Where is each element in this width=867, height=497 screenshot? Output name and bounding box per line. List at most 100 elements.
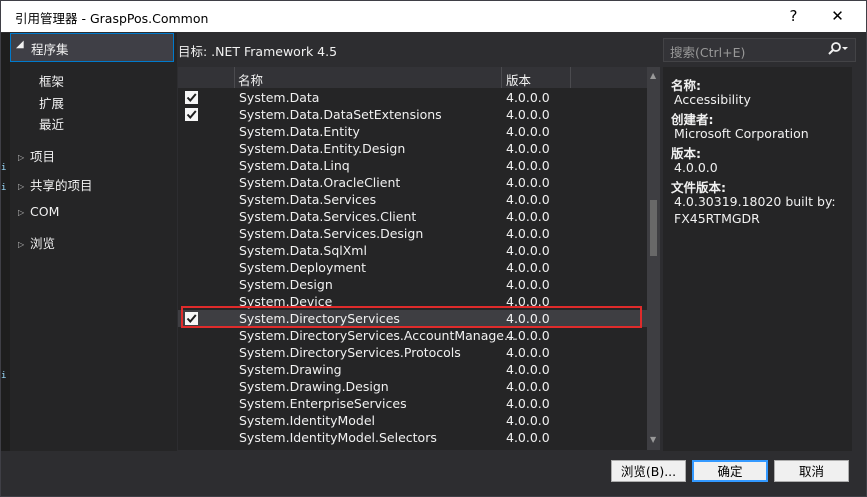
table-row[interactable]: System.Data.DataSetExtensions 4.0.0.0	[178, 106, 647, 123]
browse-button[interactable]: 浏览(B)...	[611, 460, 686, 482]
table-row[interactable]: System.Data 4.0.0.0	[178, 89, 647, 106]
row-version: 4.0.0.0	[506, 379, 550, 394]
row-version: 4.0.0.0	[506, 243, 550, 258]
editor-edge: i i i	[1, 33, 10, 451]
subcategory-extensions[interactable]: 扩展	[39, 93, 64, 112]
category-shared-projects-label: 共享的项目	[30, 178, 93, 193]
row-version: 4.0.0.0	[506, 158, 550, 173]
highlight-box	[181, 306, 642, 328]
column-header-name[interactable]: 名称	[238, 70, 263, 89]
triangle-right-icon: ▷	[18, 182, 25, 191]
detail-file-version-value: 4.0.30319.18020 built by:	[674, 194, 836, 209]
check-icon	[186, 93, 197, 103]
table-row[interactable]: System.Data.Services.Design 4.0.0.0	[178, 225, 647, 242]
row-name: System.Data.Entity.Design	[239, 141, 406, 156]
assembly-list[interactable]: 名称 版本 System.Data 4.0.0.0 System.Data.Data…	[178, 67, 660, 450]
cancel-button[interactable]: 取消	[774, 460, 849, 482]
scroll-up-icon[interactable]: ▲	[650, 71, 656, 80]
table-row[interactable]: System.Data.Linq 4.0.0.0	[178, 157, 647, 174]
category-projects-label: 项目	[30, 149, 56, 164]
list-scrollbar[interactable]: ▲ ▼	[647, 67, 660, 450]
row-name: System.Data.Services.Client	[239, 209, 417, 224]
category-browse-label: 浏览	[30, 236, 56, 251]
column-header-version[interactable]: 版本	[506, 70, 531, 89]
row-name: System.IdentityModel.Selectors	[239, 430, 437, 445]
row-version: 4.0.0.0	[506, 430, 550, 445]
row-version: 4.0.0.0	[506, 277, 550, 292]
table-row[interactable]: System.IdentityModel.Selectors 4.0.0.0	[178, 429, 647, 446]
row-name: System.Data.Services	[239, 192, 377, 207]
reference-manager-window: 引用管理器 - GraspPos.Common ? ✕ i i i ◢ 程序集 …	[0, 0, 867, 497]
details-panel: 名称: Accessibility 创建者: Microsoft Corpora…	[663, 67, 852, 451]
detail-version-value: 4.0.0.0	[674, 160, 718, 175]
category-assemblies[interactable]: ◢ 程序集	[10, 33, 174, 62]
row-checkbox[interactable]	[185, 108, 198, 121]
table-row[interactable]: System.Drawing.Design 4.0.0.0	[178, 378, 647, 395]
triangle-right-icon: ▷	[18, 153, 25, 162]
row-version: 4.0.0.0	[506, 209, 550, 224]
target-framework-label: 目标: .NET Framework 4.5	[178, 44, 338, 59]
table-row[interactable]: System.IdentityModel 4.0.0.0	[178, 412, 647, 429]
search-placeholder: 搜索(Ctrl+E)	[670, 45, 746, 60]
row-version: 4.0.0.0	[506, 328, 550, 343]
table-row[interactable]: System.Design 4.0.0.0	[178, 276, 647, 293]
category-com[interactable]: ▷ COM	[18, 204, 59, 219]
row-version: 4.0.0.0	[506, 396, 550, 411]
help-button[interactable]: ?	[771, 1, 816, 32]
detail-author-value: Microsoft Corporation	[674, 126, 809, 141]
table-row[interactable]: System.Data.Services.Client 4.0.0.0	[178, 208, 647, 225]
row-name: System.Drawing	[239, 362, 342, 377]
row-checkbox[interactable]	[185, 91, 198, 104]
row-version: 4.0.0.0	[506, 345, 550, 360]
category-shared-projects[interactable]: ▷ 共享的项目	[18, 175, 93, 194]
row-version: 4.0.0.0	[506, 260, 550, 275]
table-row[interactable]: System.DirectoryServices.AccountManage..…	[178, 327, 647, 344]
table-row[interactable]: System.Data.Entity.Design 4.0.0.0	[178, 140, 647, 157]
table-row[interactable]: System.Data.Services 4.0.0.0	[178, 191, 647, 208]
details-scrollbar[interactable]	[853, 67, 866, 451]
row-name: System.DirectoryServices.Protocols	[239, 345, 461, 360]
footer: 浏览(B)... 确定 取消	[1, 451, 866, 496]
scroll-thumb[interactable]	[650, 200, 657, 256]
row-name: System.Data.Entity	[239, 124, 360, 139]
scroll-down-icon[interactable]: ▼	[650, 435, 656, 444]
row-version: 4.0.0.0	[506, 141, 550, 156]
detail-file-version-value-2: FX45RTMGDR	[674, 211, 760, 226]
row-name: System.Data.SqlXml	[239, 243, 367, 258]
title-bar: 引用管理器 - GraspPos.Common ? ✕	[1, 1, 866, 32]
row-name: System.Data.OracleClient	[239, 175, 401, 190]
table-row[interactable]: System.Deployment 4.0.0.0	[178, 259, 647, 276]
row-name: System.Deployment	[239, 260, 367, 275]
category-assemblies-label: 程序集	[31, 42, 69, 57]
row-name: System.DirectoryServices.AccountManage..…	[239, 328, 516, 343]
column-separator[interactable]	[501, 67, 502, 88]
row-name: System.Data	[239, 90, 320, 105]
window-title: 引用管理器 - GraspPos.Common	[15, 11, 209, 26]
ok-button[interactable]: 确定	[692, 460, 768, 482]
subcategory-framework[interactable]: 框架	[39, 71, 64, 90]
row-name: System.Data.Services.Design	[239, 226, 424, 241]
table-row[interactable]: System.Drawing 4.0.0.0	[178, 361, 647, 378]
detail-name-value: Accessibility	[674, 92, 751, 107]
subcategory-recent[interactable]: 最近	[39, 114, 64, 133]
triangle-right-icon: ▷	[18, 208, 25, 217]
category-projects[interactable]: ▷ 项目	[18, 146, 55, 165]
row-name: System.IdentityModel	[239, 413, 376, 428]
column-separator[interactable]	[570, 67, 571, 88]
column-separator[interactable]	[234, 67, 235, 88]
list-header: 名称 版本	[178, 67, 647, 88]
category-browse[interactable]: ▷ 浏览	[18, 233, 55, 252]
table-row[interactable]: System.DirectoryServices.Protocols 4.0.0.…	[178, 344, 647, 361]
search-input[interactable]: 搜索(Ctrl+E)	[663, 38, 856, 62]
category-com-label: COM	[30, 204, 60, 219]
table-row[interactable]: System.Data.OracleClient 4.0.0.0	[178, 174, 647, 191]
table-row[interactable]: System.Data.SqlXml 4.0.0.0	[178, 242, 647, 259]
row-version: 4.0.0.0	[506, 175, 550, 190]
search-icon[interactable]	[827, 41, 849, 61]
check-icon	[186, 110, 197, 120]
row-version: 4.0.0.0	[506, 226, 550, 241]
table-row[interactable]: System.Data.Entity 4.0.0.0	[178, 123, 647, 140]
close-button[interactable]: ✕	[815, 1, 860, 32]
row-name: System.Design	[239, 277, 333, 292]
table-row[interactable]: System.EnterpriseServices 4.0.0.0	[178, 395, 647, 412]
